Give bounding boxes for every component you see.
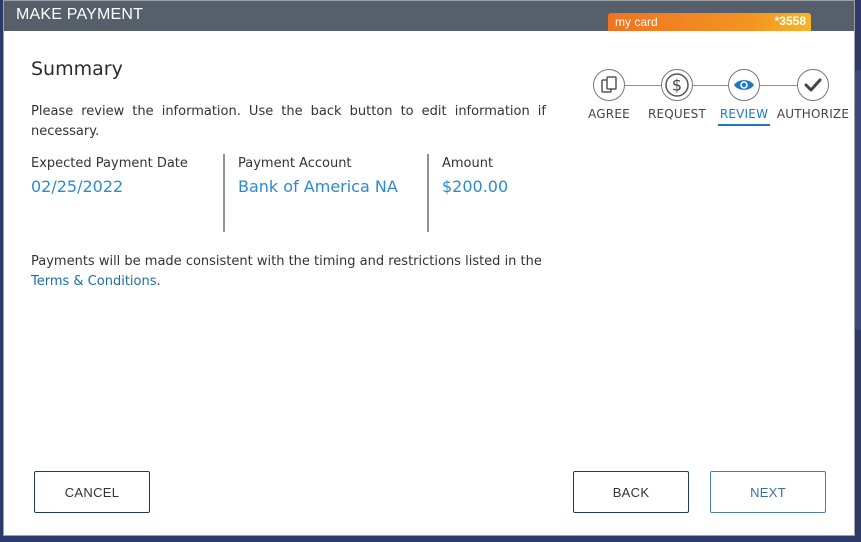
card-name: my card bbox=[615, 15, 658, 29]
step-label: AUTHORIZE bbox=[776, 107, 850, 121]
payment-date-value: 02/25/2022 bbox=[31, 177, 124, 196]
amount-block: Amount $200.00 bbox=[442, 156, 508, 196]
payment-account-block: Payment Account Bank of America NA bbox=[238, 156, 398, 196]
step-label: REVIEW bbox=[719, 107, 769, 121]
make-payment-dialog: MAKE PAYMENT my card *3558 Summary Pleas… bbox=[3, 0, 855, 536]
progress-stepper: AGREE $ REQUEST REVIEW AUTHORIZE bbox=[584, 67, 854, 137]
dollar-icon: $ bbox=[661, 69, 693, 101]
step-authorize: AUTHORIZE bbox=[773, 67, 853, 121]
terms-end: . bbox=[156, 274, 161, 289]
amount-label: Amount bbox=[442, 156, 494, 171]
summary-intro: Please review the information. Use the b… bbox=[31, 104, 546, 139]
dialog-titlebar: MAKE PAYMENT my card *3558 bbox=[4, 1, 854, 31]
payment-date-block: Expected Payment Date 02/25/2022 bbox=[31, 156, 188, 196]
card-number: *3558 bbox=[774, 14, 806, 28]
active-step-underline bbox=[718, 124, 770, 126]
payment-account-value: Bank of America NA bbox=[238, 177, 398, 196]
step-review: REVIEW bbox=[704, 67, 784, 126]
terms-text: Payments will be made consistent with th… bbox=[31, 254, 542, 269]
payment-date-label: Expected Payment Date bbox=[31, 156, 188, 171]
svg-text:$: $ bbox=[672, 76, 682, 95]
terms-link[interactable]: Terms & Conditions bbox=[31, 274, 157, 289]
column-divider bbox=[427, 154, 429, 232]
next-button[interactable]: NEXT bbox=[710, 471, 826, 513]
amount-value: $200.00 bbox=[442, 177, 509, 196]
cancel-button[interactable]: CANCEL bbox=[34, 471, 150, 513]
checkmark-icon bbox=[797, 69, 829, 101]
card-tag: my card *3558 bbox=[608, 13, 811, 31]
eye-icon bbox=[728, 69, 760, 101]
payment-account-label: Payment Account bbox=[238, 156, 352, 171]
column-divider bbox=[223, 154, 225, 232]
summary-heading: Summary bbox=[31, 58, 123, 80]
back-button[interactable]: BACK bbox=[573, 471, 689, 513]
documents-icon bbox=[593, 69, 625, 101]
dialog-title: MAKE PAYMENT bbox=[16, 6, 144, 23]
terms-notice: Payments will be made consistent with th… bbox=[31, 252, 551, 292]
